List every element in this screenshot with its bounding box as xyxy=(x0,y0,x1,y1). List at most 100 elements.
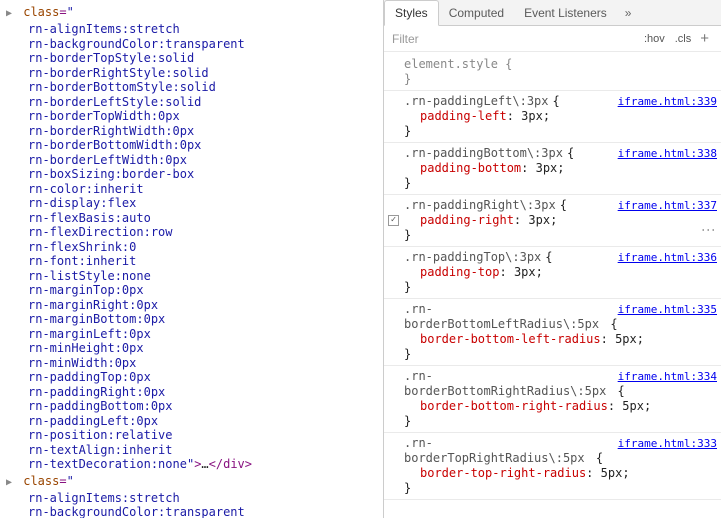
elements-panel[interactable]: ▶ class="rn-alignItems:stretchrn-backgro… xyxy=(0,0,383,518)
css-rule[interactable]: .rn-iframe.html:335 borderBottomLeftRadiu… xyxy=(384,299,721,366)
value[interactable]: 3px xyxy=(536,161,558,175)
class-value[interactable]: rn-borderBottomStyle:solid xyxy=(28,80,383,95)
hov-toggle[interactable]: :hov xyxy=(644,33,665,45)
declaration[interactable]: padding-right: 3px; xyxy=(404,213,717,228)
open-brace: { xyxy=(567,146,574,161)
element-style-rule[interactable]: element.style { } xyxy=(384,54,721,91)
selector[interactable]: .rn- xyxy=(404,302,433,317)
class-value[interactable]: rn-borderRightWidth:0px xyxy=(28,124,383,139)
source-link[interactable]: iframe.html:338 xyxy=(612,146,717,161)
css-rule[interactable]: .rn-iframe.html:333 borderTopRightRadius\… xyxy=(384,433,721,500)
css-rule[interactable]: .rn-paddingBottom\:3px {iframe.html:338p… xyxy=(384,143,721,195)
styles-panel: Styles Computed Event Listeners » Filter… xyxy=(383,0,721,518)
property[interactable]: border-top-right-radius xyxy=(420,466,586,480)
selector[interactable]: borderBottomRightRadius\:5px xyxy=(404,384,606,398)
class-value[interactable]: rn-position:relative xyxy=(28,428,383,443)
property[interactable]: border-bottom-left-radius xyxy=(420,332,601,346)
class-value[interactable]: rn-flexBasis:auto xyxy=(28,211,383,226)
selector[interactable]: .rn- xyxy=(404,369,433,384)
styles-tabs: Styles Computed Event Listeners » xyxy=(384,0,721,26)
class-value[interactable]: rn-backgroundColor:transparent xyxy=(28,37,383,52)
property[interactable]: border-bottom-right-radius xyxy=(420,399,608,413)
declaration[interactable]: padding-top: 3px; xyxy=(404,265,717,280)
value[interactable]: 3px xyxy=(521,109,543,123)
tab-styles[interactable]: Styles xyxy=(384,0,439,26)
class-value[interactable]: rn-minWidth:0px xyxy=(28,356,383,371)
class-value[interactable]: rn-backgroundColor:transparent xyxy=(28,505,383,518)
dom-open-tag[interactable]: ▶ class=" xyxy=(6,4,383,22)
filter-input[interactable]: Filter xyxy=(392,32,639,46)
source-link[interactable]: iframe.html:333 xyxy=(612,436,717,451)
class-value[interactable]: rn-minHeight:0px xyxy=(28,341,383,356)
class-value[interactable]: rn-borderTopStyle:solid xyxy=(28,51,383,66)
class-value[interactable]: rn-textAlign:inherit xyxy=(28,443,383,458)
class-value[interactable]: rn-paddingTop:0px xyxy=(28,370,383,385)
class-value[interactable]: rn-textDecoration:none">…</div> xyxy=(28,457,383,472)
dom-node[interactable]: ▶ class="rn-alignItems:stretchrn-backgro… xyxy=(6,4,383,472)
class-value[interactable]: rn-borderRightStyle:solid xyxy=(28,66,383,81)
class-value[interactable]: rn-alignItems:stretch xyxy=(28,491,383,506)
class-value[interactable]: rn-marginLeft:0px xyxy=(28,327,383,342)
class-value[interactable]: rn-paddingBottom:0px xyxy=(28,399,383,414)
declaration[interactable]: border-top-right-radius: 5px; xyxy=(404,466,717,481)
class-value[interactable]: rn-color:inherit xyxy=(28,182,383,197)
class-value[interactable]: rn-flexShrink:0 xyxy=(28,240,383,255)
selector[interactable]: borderTopRightRadius\:5px xyxy=(404,451,585,465)
class-value[interactable]: rn-borderLeftStyle:solid xyxy=(28,95,383,110)
class-value[interactable]: rn-boxSizing:border-box xyxy=(28,167,383,182)
declaration[interactable]: padding-bottom: 3px; xyxy=(404,161,717,176)
source-link[interactable]: iframe.html:334 xyxy=(612,369,717,384)
class-value[interactable]: rn-flexDirection:row xyxy=(28,225,383,240)
class-value[interactable]: rn-paddingRight:0px xyxy=(28,385,383,400)
source-link[interactable]: iframe.html:336 xyxy=(612,250,717,265)
value[interactable]: 3px xyxy=(528,213,550,227)
class-value[interactable]: rn-borderBottomWidth:0px xyxy=(28,138,383,153)
class-value[interactable]: rn-borderTopWidth:0px xyxy=(28,109,383,124)
class-value[interactable]: rn-paddingLeft:0px xyxy=(28,414,383,429)
selector[interactable]: .rn-paddingTop\:3px xyxy=(404,250,541,265)
dom-node[interactable]: ▶ class="rn-alignItems:stretchrn-backgro… xyxy=(6,473,383,518)
value[interactable]: 5px xyxy=(622,399,644,413)
expand-arrow-icon[interactable]: ▶ xyxy=(6,6,16,22)
declaration[interactable]: border-bottom-right-radius: 5px; xyxy=(404,399,717,414)
value[interactable]: 5px xyxy=(601,466,623,480)
dom-open-tag[interactable]: ▶ class=" xyxy=(6,473,383,491)
selector[interactable]: .rn-paddingBottom\:3px xyxy=(404,146,563,161)
selector[interactable]: borderBottomLeftRadius\:5px xyxy=(404,317,599,331)
selector[interactable]: .rn- xyxy=(404,436,433,451)
css-rule[interactable]: .rn-paddingTop\:3px {iframe.html:336padd… xyxy=(384,247,721,299)
source-link[interactable]: iframe.html:335 xyxy=(612,302,717,317)
class-value[interactable]: rn-listStyle:none xyxy=(28,269,383,284)
new-rule-button[interactable]: + xyxy=(700,30,709,47)
value[interactable]: 5px xyxy=(615,332,637,346)
class-value[interactable]: rn-marginRight:0px xyxy=(28,298,383,313)
declaration[interactable]: padding-left: 3px; xyxy=(404,109,717,124)
declaration[interactable]: border-bottom-left-radius: 5px; xyxy=(404,332,717,347)
more-icon[interactable]: ⋮ xyxy=(700,223,715,238)
class-value[interactable]: rn-marginBottom:0px xyxy=(28,312,383,327)
tab-event-listeners[interactable]: Event Listeners xyxy=(514,1,617,25)
cls-toggle[interactable]: .cls xyxy=(675,33,692,45)
open-brace: { xyxy=(553,94,560,109)
css-rule[interactable]: .rn-iframe.html:334 borderBottomRightRadi… xyxy=(384,366,721,433)
property[interactable]: padding-top xyxy=(420,265,499,279)
css-rule[interactable]: .rn-paddingRight\:3px {iframe.html:337pa… xyxy=(384,195,721,247)
class-value[interactable]: rn-display:flex xyxy=(28,196,383,211)
class-value[interactable]: rn-borderLeftWidth:0px xyxy=(28,153,383,168)
expand-arrow-icon[interactable]: ▶ xyxy=(6,475,16,491)
property[interactable]: padding-right xyxy=(420,213,514,227)
class-value[interactable]: rn-font:inherit xyxy=(28,254,383,269)
property[interactable]: padding-bottom xyxy=(420,161,521,175)
class-value[interactable]: rn-alignItems:stretch xyxy=(28,22,383,37)
value[interactable]: 3px xyxy=(514,265,536,279)
source-link[interactable]: iframe.html:339 xyxy=(612,94,717,109)
selector[interactable]: .rn-paddingRight\:3px xyxy=(404,198,556,213)
source-link[interactable]: iframe.html:337 xyxy=(612,198,717,213)
selector[interactable]: .rn-paddingLeft\:3px xyxy=(404,94,549,109)
tab-overflow[interactable]: » xyxy=(617,1,640,25)
css-rule[interactable]: .rn-paddingLeft\:3px {iframe.html:339pad… xyxy=(384,91,721,143)
property[interactable]: padding-left xyxy=(420,109,507,123)
class-value[interactable]: rn-marginTop:0px xyxy=(28,283,383,298)
tab-computed[interactable]: Computed xyxy=(439,1,514,25)
property-checkbox[interactable]: ✓ xyxy=(388,215,399,226)
